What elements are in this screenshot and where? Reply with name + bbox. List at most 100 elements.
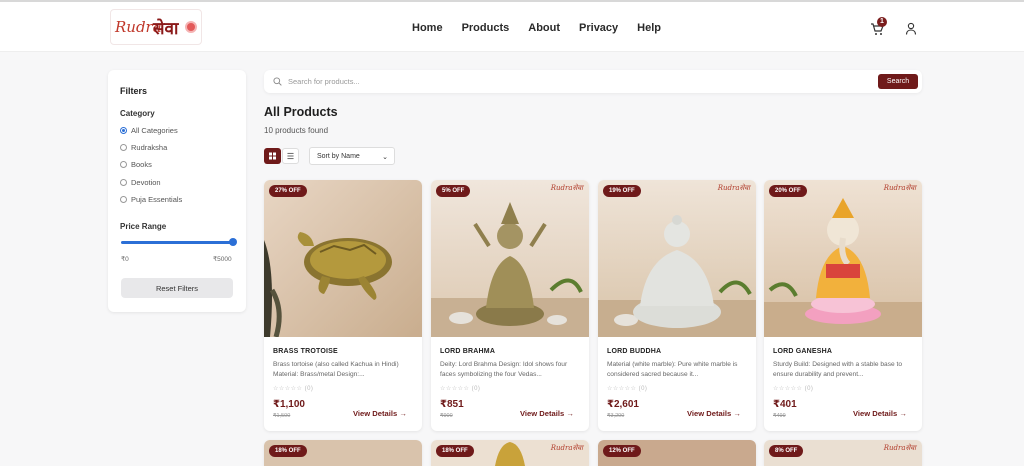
product-image-lord-ganesha [764,180,922,337]
star-icon: ☆☆☆☆☆ [273,386,303,392]
product-price: ₹2,601 [607,399,639,410]
nav-privacy[interactable]: Privacy [579,22,618,34]
chevron-down-icon: ⌄ [382,154,388,161]
nav-products[interactable]: Products [462,22,510,34]
discount-badge: 5% OFF [436,185,471,197]
view-details-link[interactable]: View Details → [520,409,574,418]
search-input[interactable] [288,75,848,88]
arrow-right-icon: → [899,409,907,418]
product-card[interactable]: 18% OFF [264,440,422,466]
nav-home[interactable]: Home [412,22,443,34]
category-option-all[interactable]: All Categories [120,126,178,135]
list-view-button[interactable] [282,148,299,164]
review-count: (0) [304,386,314,392]
brand-logo[interactable]: Rudra सेवा [110,9,202,45]
user-icon[interactable] [905,22,917,35]
page-title: All Products [264,105,338,119]
logo-mark-icon [185,21,197,33]
view-details-label: View Details [520,409,565,418]
filters-panel: Filters Category All Categories Rudraksh… [108,70,246,312]
product-card[interactable]: 18% OFF Rudraसेवा [431,440,589,466]
discount-badge: 27% OFF [269,185,307,197]
discount-badge: 8% OFF [769,445,804,457]
category-option-label: Books [131,160,152,169]
original-price: ₹3,200 [607,413,625,419]
star-icon: ☆☆☆☆☆ [607,386,637,392]
product-name: LORD GANESHA [773,348,833,355]
category-option-rudraksha[interactable]: Rudraksha [120,143,167,152]
product-name: LORD BUDDHA [607,348,662,355]
view-details-link[interactable]: View Details → [687,409,741,418]
price-max-label: ₹5000 [213,256,232,263]
rating-stars: ☆☆☆☆☆ (0) [607,385,647,392]
arrow-right-icon: → [399,409,407,418]
product-description: Brass tortoise (also called Kachua in Hi… [273,361,399,378]
rating-stars: ☆☆☆☆☆ (0) [273,385,313,392]
price-range-slider[interactable] [121,238,237,246]
product-card-lord-buddha[interactable]: 19% OFF Rudraसेवा LORD BUDDHA Material (… [598,180,756,431]
category-option-label: All Categories [131,126,178,135]
rating-stars: ☆☆☆☆☆ (0) [440,385,480,392]
radio-icon[interactable] [120,161,127,168]
product-price: ₹1,100 [273,399,305,410]
rating-stars: ☆☆☆☆☆ (0) [773,385,813,392]
search-button[interactable]: Search [878,74,918,89]
star-icon: ☆☆☆☆☆ [440,386,470,392]
radio-icon[interactable] [120,144,127,151]
price-min-label: ₹0 [121,256,129,263]
nav-help[interactable]: Help [637,22,661,34]
grid-view-button[interactable] [264,148,281,164]
view-details-link[interactable]: View Details → [853,409,907,418]
original-price: ₹499 [773,413,786,419]
arrow-right-icon: → [566,409,574,418]
radio-icon[interactable] [120,179,127,186]
view-details-label: View Details [853,409,898,418]
product-card-lord-brahma[interactable]: 5% OFF Rudraसेवा LORD BRAHMA Deity: Lord… [431,180,589,431]
view-details-label: View Details [687,409,732,418]
product-card-lord-ganesha[interactable]: 20% OFF Rudraसेवा LORD GANESHA Sturdy Bu… [764,180,922,431]
radio-selected-icon[interactable] [120,127,127,134]
reset-filters-button[interactable]: Reset Filters [121,278,233,298]
radio-icon[interactable] [120,196,127,203]
category-option-label: Puja Essentials [131,195,183,204]
review-count: (0) [471,386,481,392]
product-card[interactable]: 8% OFF Rudraसेवा [764,440,922,466]
product-name: BRASS TROTOISE [273,348,338,355]
nav-about[interactable]: About [528,22,560,34]
category-option-devotion[interactable]: Devotion [120,178,161,187]
product-image-brass-tortoise [264,180,422,337]
brand-watermark: Rudraसेवा [550,444,583,452]
brand-watermark: Rudraसेवा [550,184,583,192]
product-description: Deity: Lord Brahma Design: Idol shows fo… [440,361,568,378]
brand-watermark: Rudraसेवा [883,184,916,192]
original-price: ₹1,500 [273,413,291,419]
product-card-brass-tortoise[interactable]: 27% OFF BRASS TROTOISE Brass tortoise (a… [264,180,422,431]
cart-count-badge: 1 [877,17,887,27]
category-option-label: Devotion [131,178,161,187]
search-bar [264,70,922,93]
brand-watermark: Rudraसेवा [717,184,750,192]
filters-title: Filters [120,86,148,96]
category-option-label: Rudraksha [131,143,168,152]
review-count: (0) [804,386,814,392]
review-count: (0) [638,386,648,392]
category-option-puja-essentials[interactable]: Puja Essentials [120,195,182,204]
arrow-right-icon: → [733,409,741,418]
product-description: Material (white marble): Pure white marb… [607,361,738,378]
discount-badge: 20% OFF [769,185,807,197]
logo-devanagari-text: सेवा [153,19,179,39]
product-price: ₹851 [440,399,464,410]
list-icon [287,152,294,160]
product-price: ₹401 [773,399,797,410]
star-icon: ☆☆☆☆☆ [773,386,803,392]
product-card[interactable]: 12% OFF [598,440,756,466]
sort-select[interactable]: Sort by Name ⌄ [309,147,395,165]
view-details-link[interactable]: View Details → [353,409,407,418]
category-option-books[interactable]: Books [120,160,152,169]
category-label: Category [120,109,155,118]
slider-handle[interactable] [229,238,237,246]
price-range-label: Price Range [120,222,167,231]
original-price: ₹900 [440,413,453,419]
product-image-lord-brahma [431,180,589,337]
brand-watermark: Rudraसेवा [883,444,916,452]
